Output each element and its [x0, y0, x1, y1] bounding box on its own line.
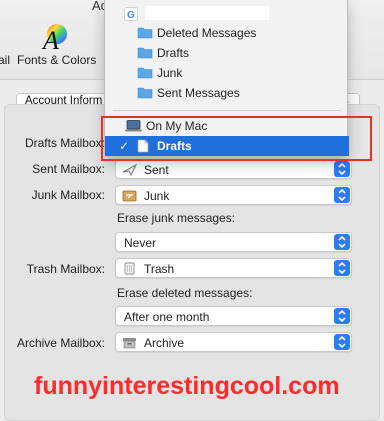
archive-mailbox-label: Archive Mailbox: — [16, 336, 105, 350]
menu-item-junk[interactable]: Junk — [105, 63, 349, 83]
toolbar-item-fonts-colors[interactable]: Fonts & Colors — [17, 53, 96, 67]
folder-icon — [137, 67, 153, 79]
svg-text:G: G — [127, 10, 135, 21]
erase-junk-stepper-icon[interactable] — [334, 234, 350, 250]
menu-item-deleted-messages[interactable]: Deleted Messages — [105, 23, 349, 43]
menu-item-label: Junk — [157, 66, 183, 80]
archive-mailbox-value: Archive — [144, 336, 185, 350]
drafts-mailbox-label: Drafts Mailbox: — [24, 136, 105, 150]
sent-mailbox-value: Sent — [144, 163, 169, 177]
sent-mailbox-icon — [122, 163, 137, 176]
annotation-highlight-box — [101, 116, 372, 161]
trash-mailbox-icon — [124, 262, 135, 275]
fonts-colors-icon[interactable]: A — [40, 22, 70, 52]
junk-mailbox-popup[interactable]: Junk — [115, 185, 352, 205]
archive-mailbox-popup[interactable]: Archive — [115, 332, 352, 352]
archive-mailbox-icon — [123, 338, 136, 349]
menu-item-label: Sent Messages — [157, 86, 240, 100]
erase-junk-label: Erase junk messages: — [117, 211, 236, 225]
junk-mailbox-label: Junk Mailbox: — [31, 188, 105, 202]
google-icon: G — [124, 7, 138, 21]
menu-item-sent-messages[interactable]: Sent Messages — [105, 83, 349, 103]
archive-mailbox-stepper-icon[interactable] — [334, 334, 350, 350]
junk-mailbox-value: Junk — [144, 189, 170, 203]
trash-mailbox-stepper-icon[interactable] — [334, 260, 350, 276]
trash-mailbox-popup[interactable]: Trash — [115, 258, 352, 278]
trash-mailbox-label: Trash Mailbox: — [26, 262, 105, 276]
redacted-account-name — [145, 6, 269, 20]
erase-junk-popup[interactable]: Never — [115, 232, 352, 252]
toolbar-item-mail-label[interactable]: ail — [0, 53, 10, 67]
erase-deleted-value: After one month — [124, 310, 210, 324]
folder-icon — [137, 27, 153, 39]
erase-deleted-label: Erase deleted messages: — [117, 286, 253, 300]
folder-icon — [137, 87, 153, 99]
menu-item-label: Drafts — [157, 46, 190, 60]
watermark-text: funnyinterestingcool.com — [34, 372, 340, 400]
erase-junk-value: Never — [124, 236, 157, 250]
menu-separator — [113, 110, 341, 111]
sent-mailbox-label: Sent Mailbox: — [32, 162, 105, 176]
trash-mailbox-value: Trash — [144, 262, 175, 276]
svg-text:A: A — [41, 26, 59, 52]
junk-mailbox-stepper-icon[interactable] — [334, 187, 350, 203]
sent-mailbox-popup[interactable]: Sent — [115, 159, 352, 179]
junk-mailbox-icon — [122, 190, 137, 202]
menu-item-account: G — [105, 2, 349, 22]
folder-icon — [137, 47, 153, 59]
menu-item-drafts-folder[interactable]: Drafts — [105, 43, 349, 63]
sent-mailbox-stepper-icon[interactable] — [334, 161, 350, 177]
erase-deleted-stepper-icon[interactable] — [334, 308, 350, 324]
erase-deleted-popup[interactable]: After one month — [115, 306, 352, 326]
menu-item-label: Deleted Messages — [157, 26, 257, 40]
